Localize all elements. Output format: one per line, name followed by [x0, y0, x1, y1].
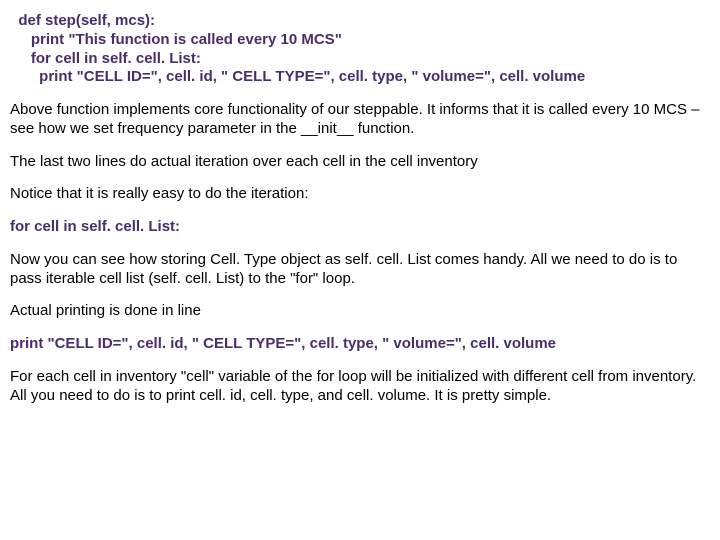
- code-inline-for-loop: for cell in self. cell. List:: [10, 218, 710, 237]
- paragraph-body: Actual printing is done in line: [10, 302, 710, 321]
- code-block-step-function: def step(self, mcs): print "This functio…: [10, 12, 710, 87]
- code-line-1: def step(self, mcs):: [10, 12, 155, 29]
- code-inline-print: print "CELL ID=", cell. id, " CELL TYPE=…: [10, 335, 710, 354]
- code-line-2: print "This function is called every 10 …: [10, 31, 342, 48]
- paragraph-body: Above function implements core functiona…: [10, 101, 710, 139]
- paragraph-body: Now you can see how storing Cell. Type o…: [10, 251, 710, 289]
- code-line-3: for cell in self. cell. List:: [10, 50, 201, 67]
- paragraph-body: For each cell in inventory "cell" variab…: [10, 368, 710, 406]
- paragraph-body: Notice that it is really easy to do the …: [10, 185, 710, 204]
- code-line-4: print "CELL ID=", cell. id, " CELL TYPE=…: [10, 68, 585, 85]
- paragraph-body: The last two lines do actual iteration o…: [10, 153, 710, 172]
